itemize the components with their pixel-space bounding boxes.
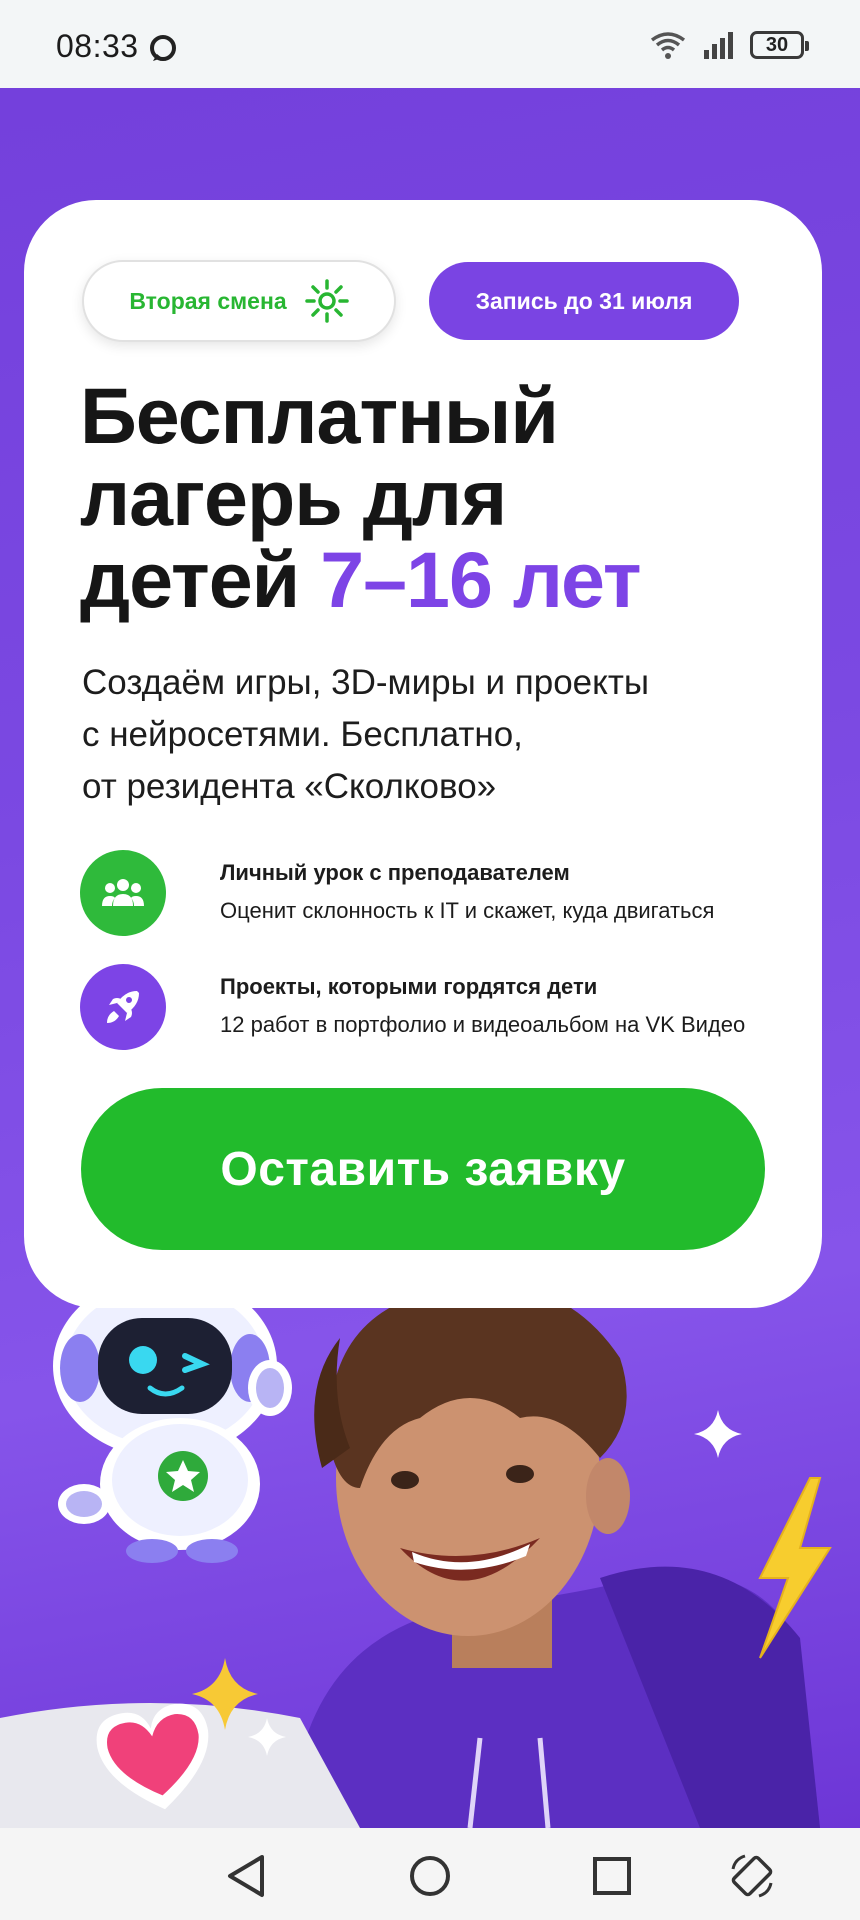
chat-bubble-icon [150, 35, 176, 61]
headline-age-range: 7–16 лет [320, 535, 641, 624]
lightning-icon [758, 1477, 832, 1659]
recents-icon[interactable] [584, 1848, 640, 1904]
boy-photo [290, 1284, 820, 1828]
headline-line-3: детей [80, 535, 321, 624]
sparkle-white-icon [694, 1410, 742, 1458]
promo-card: Вторая смена Запись до 31 июля Бесплатны… [24, 200, 822, 1308]
subtitle-line-1: Создаём игры, 3D-миры и проекты [82, 663, 650, 702]
group-icon [80, 850, 166, 936]
headline: Бесплатный лагерь для детей 7–16 лет [80, 375, 780, 621]
subtitle-line-2: с нейросетями. Бесплатно, [82, 715, 523, 754]
submit-application-button[interactable]: Оставить заявку [81, 1088, 765, 1250]
shift-badge: Вторая смена [82, 260, 396, 342]
battery-icon: 30 [750, 31, 809, 59]
rotate-icon[interactable] [724, 1848, 780, 1904]
hero-illustration [0, 1225, 832, 1828]
shift-badge-label: Вторая смена [129, 287, 287, 314]
wifi-icon [650, 32, 686, 59]
back-icon[interactable] [218, 1848, 274, 1904]
feature-description-lesson: Оценит склонность к IT и скажет, куда дв… [220, 898, 715, 923]
headline-line-2: лагерь для [80, 453, 507, 542]
rocket-icon [80, 964, 166, 1050]
subtitle-line-3: от резидента «Сколково» [82, 767, 497, 806]
hero-section: Вторая смена Запись до 31 июля Бесплатны… [0, 88, 860, 1828]
battery-level: 30 [765, 33, 789, 56]
status-bar: 08:33 30 [0, 0, 860, 88]
deadline-badge-label: Запись до 31 июля [475, 287, 693, 314]
deadline-badge: Запись до 31 июля [429, 262, 739, 340]
subtitle: Создаём игры, 3D-миры и проекты с нейрос… [82, 657, 782, 813]
feature-item-lesson: Личный урок с преподавателем Оценит скло… [80, 850, 800, 940]
home-icon[interactable] [402, 1848, 458, 1904]
status-time: 08:33 [56, 28, 139, 64]
system-nav-bar [0, 1828, 860, 1920]
signal-icon [704, 32, 733, 59]
feature-title-lesson: Личный урок с преподавателем [220, 860, 570, 885]
feature-title-projects: Проекты, которыми гордятся дети [220, 974, 598, 999]
feature-item-projects: Проекты, которыми гордятся дети 12 работ… [80, 964, 800, 1054]
feature-description-projects: 12 работ в портфолио и видеоальбом на VK… [220, 1012, 746, 1037]
status-icons: 30 [648, 28, 809, 62]
sun-icon [304, 279, 349, 323]
headline-line-1: Бесплатный [80, 371, 559, 460]
